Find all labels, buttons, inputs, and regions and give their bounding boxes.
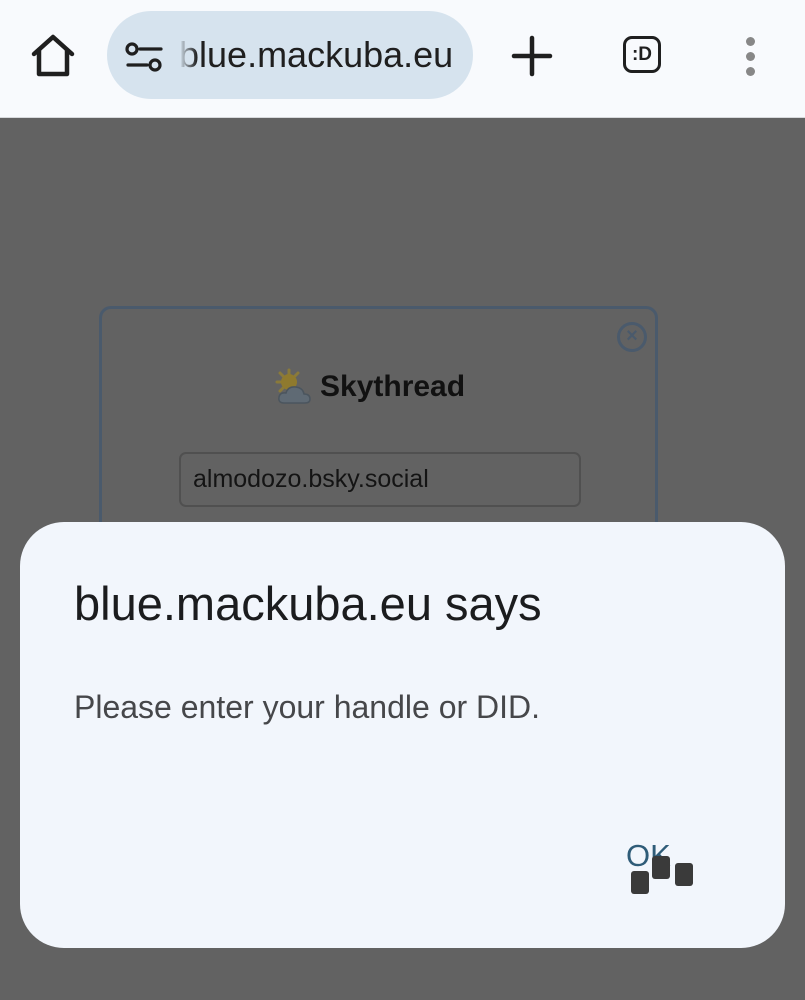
browser-toolbar: blue.mackuba.eu :D [0, 0, 805, 118]
url-text[interactable]: blue.mackuba.eu [179, 35, 457, 75]
touch-indicator [675, 863, 693, 886]
touch-indicator [652, 856, 670, 879]
ok-button[interactable]: OK [612, 834, 704, 894]
alert-dialog: blue.mackuba.eu says Please enter your h… [20, 522, 785, 948]
sun-behind-cloud-icon [272, 367, 314, 409]
dialog-title: blue.mackuba.eu says [74, 577, 542, 630]
handle-input[interactable]: almodozo.bsky.social [179, 452, 581, 507]
app-title: Skythread [320, 370, 466, 403]
tune-icon[interactable] [125, 41, 165, 73]
touch-indicator [631, 871, 649, 894]
plus-icon[interactable] [509, 33, 555, 79]
tab-switcher-icon[interactable]: :D [621, 33, 667, 79]
close-circle-icon[interactable]: × [617, 322, 647, 352]
address-bar[interactable]: blue.mackuba.eu [107, 11, 473, 99]
more-vert-icon[interactable] [736, 33, 766, 79]
dialog-message: Please enter your handle or DID. [74, 689, 541, 725]
tab-count: :D [631, 44, 653, 65]
home-icon[interactable] [28, 33, 78, 79]
